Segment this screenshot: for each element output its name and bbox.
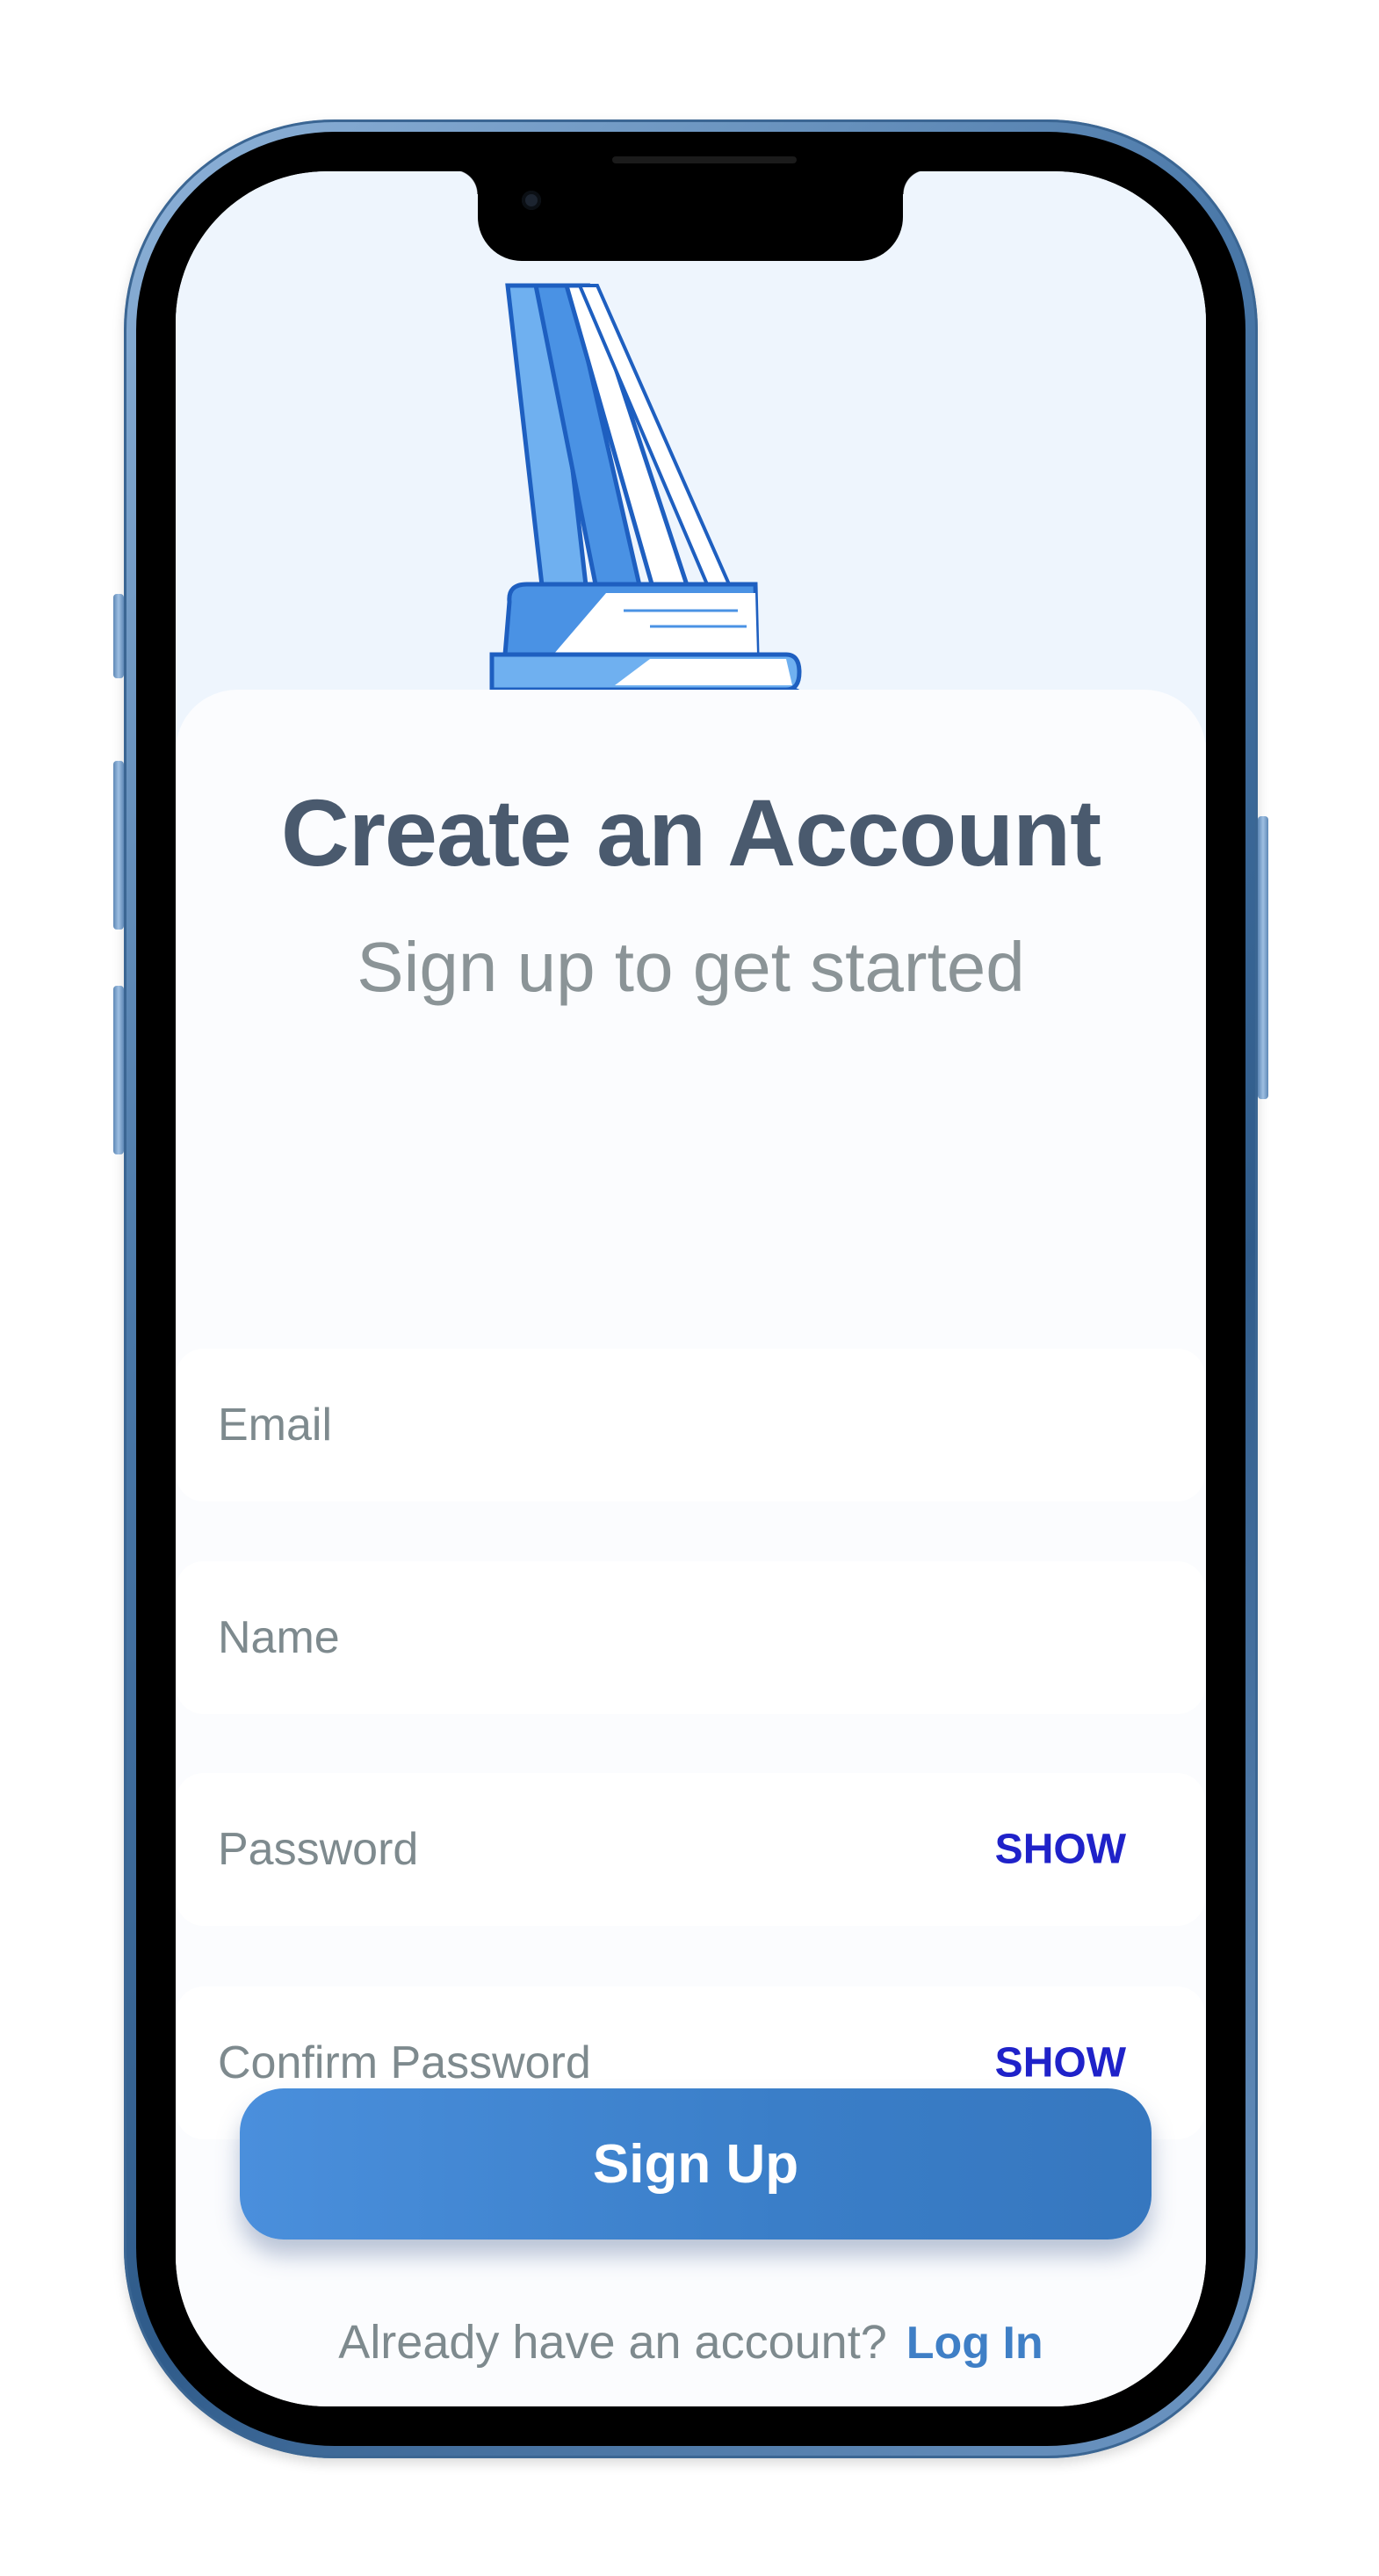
phone-frame: Create an Account Sign up to get started…	[113, 119, 1268, 2458]
email-placeholder: Email	[218, 1400, 333, 1451]
speaker-grille	[612, 156, 797, 163]
front-camera-icon	[522, 191, 541, 210]
sign-up-button[interactable]: Sign Up	[240, 2088, 1152, 2240]
name-placeholder: Name	[218, 1612, 340, 1663]
volume-down-button	[113, 986, 124, 1154]
password-field[interactable]: Password SHOW	[176, 1773, 1205, 1926]
volume-up-button	[113, 761, 124, 930]
books-stack-icon	[489, 283, 809, 751]
power-button	[1258, 816, 1268, 1099]
silent-switch	[113, 594, 124, 678]
show-confirm-password-toggle[interactable]: SHOW	[995, 2039, 1126, 2088]
confirm-password-placeholder: Confirm Password	[218, 2037, 591, 2088]
login-prompt-text: Already have an account?	[338, 2316, 887, 2369]
page-subtitle: Sign up to get started	[357, 928, 1025, 1006]
app-screen: Create an Account Sign up to get started…	[176, 171, 1206, 2406]
display-notch	[453, 171, 928, 261]
email-field[interactable]: Email	[176, 1349, 1205, 1501]
login-prompt-row: Already have an account? Log In	[176, 2315, 1206, 2370]
page-title: Create an Account	[280, 779, 1101, 886]
password-placeholder: Password	[218, 1824, 419, 1875]
log-in-link[interactable]: Log In	[906, 2318, 1043, 2369]
name-field[interactable]: Name	[176, 1561, 1205, 1714]
show-password-toggle[interactable]: SHOW	[995, 1826, 1126, 1874]
